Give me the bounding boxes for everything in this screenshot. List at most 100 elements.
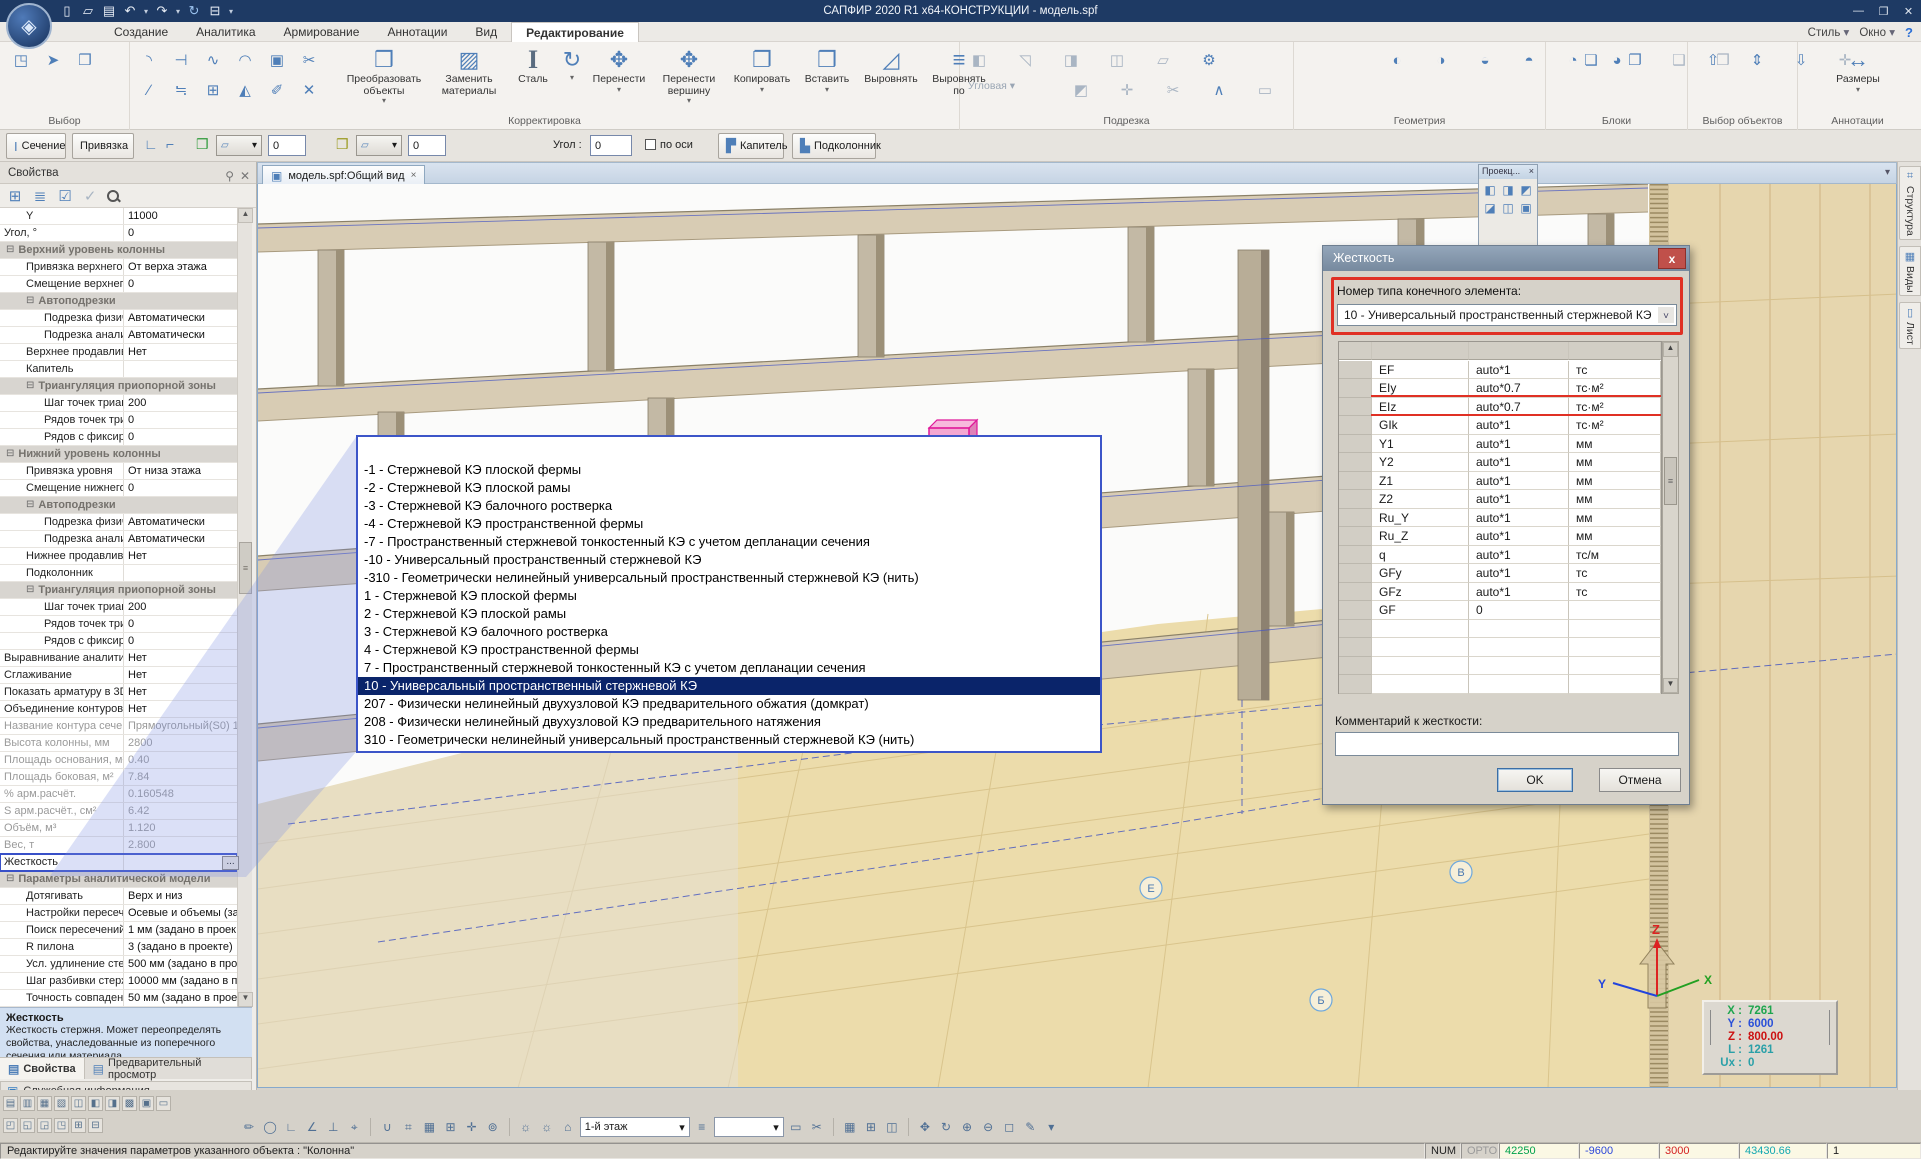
offset-icon[interactable]: ≒ <box>170 80 192 100</box>
apply-icon[interactable]: ✓ <box>79 186 101 206</box>
property-row[interactable]: Привязка верхнего ур... От верха этажа <box>0 259 237 276</box>
cut-icon[interactable]: ✂ <box>298 50 320 70</box>
viewport-tab[interactable]: ▣ модель.spf:Общий вид × <box>262 165 425 185</box>
orbit-icon[interactable]: ↻ <box>937 1118 955 1136</box>
property-row[interactable]: Настройки пересечений Осевые и объемы (з… <box>0 905 237 922</box>
param-value[interactable]: auto*1 <box>1469 527 1569 546</box>
customize-icon[interactable]: ▾ <box>227 2 235 20</box>
eyedropper-icon[interactable]: ✐ <box>266 80 288 100</box>
mini-icon[interactable]: ▤ <box>3 1096 18 1111</box>
stiffness-ellipsis-button[interactable]: ... <box>222 856 239 870</box>
spline-icon[interactable]: ∿ <box>202 50 224 70</box>
property-value[interactable]: Верх и низ <box>124 888 237 904</box>
dialog-close-button[interactable]: x <box>1658 248 1686 269</box>
property-value[interactable]: 0 <box>124 225 237 241</box>
open-icon[interactable]: ▱ <box>79 2 97 20</box>
stiffness-row[interactable]: GFy auto*1 тс <box>1339 564 1661 583</box>
top-cube-icon[interactable]: ❒ <box>336 136 349 153</box>
stiffness-row[interactable]: Z2 auto*1 мм <box>1339 490 1661 509</box>
redo-icon[interactable]: ↷ <box>153 2 171 20</box>
more-tools-icon[interactable]: ▾ <box>1042 1118 1060 1136</box>
property-row[interactable]: Подрезка физичес... Автоматически <box>0 310 237 327</box>
property-row[interactable]: Смещение нижнего ур... 0 <box>0 480 237 497</box>
corner-rotate-icon[interactable]: ⌐ <box>166 136 174 152</box>
property-value[interactable]: 1 мм (задано в проек... <box>124 922 237 938</box>
projection-view-icon[interactable]: ◨ <box>1499 181 1517 199</box>
property-value[interactable]: 6.42 <box>124 803 237 819</box>
property-value[interactable]: 0 <box>124 616 237 632</box>
display-grid-icon[interactable]: ⊞ <box>862 1118 880 1136</box>
property-value[interactable]: 3 (задано в проекте) <box>124 939 237 955</box>
zoom-out-icon[interactable]: ⊖ <box>979 1118 997 1136</box>
select-frame-icon[interactable]: ◳ <box>10 50 32 70</box>
layer-combo[interactable]: ▾ <box>714 1117 784 1137</box>
cut-settings-icon[interactable]: ⚙ <box>1198 50 1220 70</box>
trim-icon[interactable]: ⊣ <box>170 50 192 70</box>
combo-arrow-icon[interactable]: ˅ <box>1658 307 1674 323</box>
mesh-icon[interactable]: ▦ <box>420 1118 438 1136</box>
light2-icon[interactable]: ☼ <box>538 1118 556 1136</box>
scroll-up-icon[interactable]: ▲ <box>1663 342 1678 357</box>
property-row[interactable]: Подрезка аналитич... Автоматически <box>0 531 237 548</box>
measure-icon[interactable]: ⊟ <box>206 2 224 20</box>
select-vertical-icon[interactable]: ⇕ <box>1746 50 1768 70</box>
property-value[interactable] <box>124 361 237 377</box>
property-value[interactable]: Автоматически <box>124 310 237 326</box>
storey-combo[interactable]: 1-й этаж▾ <box>580 1117 690 1137</box>
param-value[interactable]: auto*1 <box>1469 509 1569 528</box>
fe-type-item[interactable]: 207 - Физически нелинейный двухузловой К… <box>358 695 1100 713</box>
param-value[interactable] <box>1469 675 1569 694</box>
property-row[interactable]: Сглаживание Нет <box>0 667 237 684</box>
angle-snap-icon[interactable]: ∠ <box>303 1118 321 1136</box>
stiffness-row[interactable]: GF 0 <box>1339 601 1661 620</box>
collapse-icon[interactable]: ⊟ <box>6 446 14 462</box>
fe-type-item[interactable]: 10 - Универсальный пространственный стер… <box>358 677 1100 695</box>
stiffness-row[interactable]: EF auto*1 тс <box>1339 361 1661 380</box>
property-row[interactable]: Площадь основания, м² 0.40 <box>0 752 237 769</box>
frame-icon[interactable]: ▭ <box>787 1118 805 1136</box>
mini-icon[interactable]: ◨ <box>105 1096 120 1111</box>
pedestal-button[interactable]: ▙ Подколонник <box>792 133 876 159</box>
collapse-icon[interactable]: ⊟ <box>6 871 14 887</box>
mini-icon[interactable]: ◫ <box>71 1096 86 1111</box>
perpendicular-icon[interactable]: ⊥ <box>324 1118 342 1136</box>
param-value[interactable]: auto*1 <box>1469 490 1569 509</box>
property-row[interactable]: Рядов точек трианг... 0 <box>0 616 237 633</box>
window-menu[interactable]: Окно ▾ <box>1859 25 1895 39</box>
property-row[interactable]: Объединение контуров Нет <box>0 701 237 718</box>
array-icon[interactable]: ⊞ <box>202 80 224 100</box>
cut-column-icon[interactable]: ◨ <box>1060 50 1082 70</box>
property-row[interactable]: ⊟ Автоподрезки <box>0 497 237 514</box>
property-row[interactable]: Шаг точек триангул... 200 <box>0 395 237 412</box>
cut-cross-icon[interactable]: ✛ <box>1116 80 1138 100</box>
zoom-extents-icon[interactable]: ◻ <box>1000 1118 1018 1136</box>
property-row[interactable]: Смещение верхнего у... 0 <box>0 276 237 293</box>
side-tab-list[interactable]: ▯ Лист <box>1899 302 1921 349</box>
fe-type-item[interactable]: -10 - Универсальный пространственный сте… <box>358 551 1100 569</box>
tab-armirovanie[interactable]: Армирование <box>270 22 374 42</box>
property-row[interactable]: Площадь боковая, м² 7.84 <box>0 769 237 786</box>
base-cube-icon[interactable]: ❒ <box>196 136 209 153</box>
property-value[interactable]: 1.120 <box>124 820 237 836</box>
fe-type-item[interactable]: -2 - Стержневой КЭ плоской рамы <box>358 479 1100 497</box>
property-row[interactable]: Объём, м³ 1.120 <box>0 820 237 837</box>
property-row[interactable]: ⊟ Параметры аналитической модели <box>0 871 237 888</box>
redo-dropdown-icon[interactable]: ▾ <box>174 2 182 20</box>
ortho-icon[interactable]: ∟ <box>282 1118 300 1136</box>
property-value[interactable]: 50 мм (задано в прое... <box>124 990 237 1006</box>
capital-button[interactable]: ▛ Капитель <box>718 133 784 159</box>
fe-type-item[interactable]: 2 - Стержневой КЭ плоской рамы <box>358 605 1100 623</box>
mini-icon[interactable]: ▩ <box>122 1096 137 1111</box>
pan-icon[interactable]: ✥ <box>916 1118 934 1136</box>
mini-icon[interactable]: ◰ <box>3 1118 18 1133</box>
property-value[interactable] <box>124 565 237 581</box>
steel-button[interactable]: I Сталь <box>510 46 556 110</box>
view-close-icon[interactable]: × <box>411 170 417 181</box>
property-row[interactable]: Дотягивать Верх и низ <box>0 888 237 905</box>
property-value[interactable]: 200 <box>124 599 237 615</box>
scroll-thumb[interactable]: ≡ <box>1664 457 1677 505</box>
param-value[interactable] <box>1469 657 1569 676</box>
paste-button[interactable]: ❒ Вставить ▾ <box>798 46 856 110</box>
stiffness-row[interactable] <box>1339 657 1661 676</box>
geo-subtract-icon[interactable]: ◑ <box>1430 50 1452 70</box>
